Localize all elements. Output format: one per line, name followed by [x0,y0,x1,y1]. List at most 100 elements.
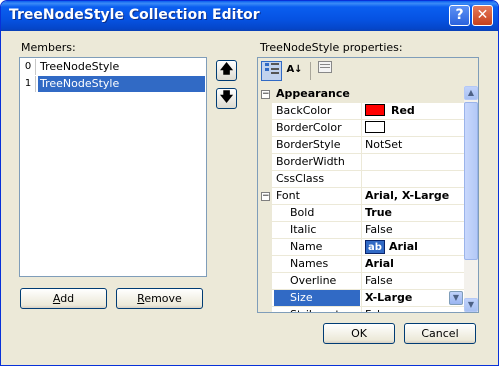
member-label: TreeNodeStyle [40,60,120,73]
property-name[interactable]: Appearance [274,86,464,102]
move-down-button[interactable]: 🡇 [216,88,237,109]
property-name[interactable]: Strikeout [274,307,360,312]
add-button[interactable]: Add [20,288,107,309]
property-value[interactable]: Arial [361,256,464,272]
row-gutter: − [258,188,272,205]
property-grid-toolbar: A↓ [258,58,478,84]
property-value[interactable]: False [361,307,464,312]
property-name[interactable]: BackColor [274,103,360,119]
property-row[interactable]: BorderColor [258,120,464,137]
property-name[interactable]: BorderColor [274,120,360,136]
property-value-text: Arial [389,240,418,253]
collection-editor-window: TreeNodeStyle Collection Editor ? ✕ Memb… [0,0,499,366]
property-value[interactable]: Red [361,103,464,119]
property-row[interactable]: Names Arial [258,256,464,273]
property-row[interactable]: − Font Arial, X-Large [258,188,464,205]
property-value[interactable]: X-Large ▼ [361,290,464,306]
property-row[interactable]: Size X-Large ▼ [258,290,464,307]
property-name[interactable]: Overline [274,273,360,289]
property-category-row[interactable]: − Appearance [258,86,464,103]
property-name[interactable]: Font [274,188,360,204]
property-value[interactable]: True [361,205,464,221]
ok-button[interactable]: OK [323,323,395,344]
property-name[interactable]: Bold [274,205,360,221]
property-value[interactable]: False [361,273,464,289]
vertical-scrollbar[interactable]: ▲ ▼ [464,86,478,312]
row-gutter [258,273,272,290]
property-pages-icon[interactable] [314,61,335,81]
scroll-down-icon[interactable]: ▼ [464,298,478,312]
row-gutter [258,154,272,171]
members-label: Members: [21,41,76,54]
member-label: TreeNodeStyle [38,76,205,92]
row-gutter [258,256,272,273]
property-value-text: NotSet [365,138,403,151]
collapse-icon[interactable]: − [261,192,270,201]
window-title: TreeNodeStyle Collection Editor [9,7,260,23]
property-row[interactable]: CssClass [258,171,464,188]
arrow-down-icon: 🡇 [219,90,234,105]
property-value[interactable] [361,120,464,136]
members-list-item-selected[interactable]: 1 TreeNodeStyle [21,76,205,92]
property-value[interactable]: Arial, X-Large [361,188,464,204]
row-gutter [258,239,272,256]
scrollbar-thumb[interactable] [464,102,478,260]
property-value-text: True [365,206,393,219]
property-name[interactable]: CssClass [274,171,360,187]
alphabetical-icon[interactable]: A↓ [284,61,305,81]
cancel-button[interactable]: Cancel [404,323,476,344]
add-label-rest: dd [60,292,75,305]
property-name[interactable]: BorderStyle [274,137,360,153]
property-row[interactable]: Bold True [258,205,464,222]
property-value[interactable] [361,154,464,170]
close-button[interactable]: ✕ [472,5,493,26]
property-value-text: X-Large [365,291,413,304]
members-list-item[interactable]: 0 TreeNodeStyle [21,59,205,75]
property-grid[interactable]: A↓ − Appearance BackColor Red BorderColor Bor… [257,57,479,313]
dropdown-arrow-icon[interactable]: ▼ [449,291,463,305]
help-button[interactable]: ? [449,5,470,26]
property-row[interactable]: Strikeout False [258,307,464,312]
members-list[interactable]: 0 TreeNodeStyle 1 TreeNodeStyle [19,57,207,277]
remove-label-rest: emove [144,292,182,305]
property-row[interactable]: BorderWidth [258,154,464,171]
property-row[interactable]: Italic False [258,222,464,239]
property-value[interactable]: NotSet [361,137,464,153]
color-swatch [365,121,385,133]
property-name[interactable]: Names [274,256,360,272]
property-name[interactable]: BorderWidth [274,154,360,170]
property-value[interactable]: False [361,222,464,238]
toolbar-separator [310,62,311,80]
color-swatch [365,104,385,116]
property-value-text: Red [391,104,415,117]
property-row[interactable]: Name ab Arial [258,239,464,256]
property-value[interactable] [361,171,464,187]
property-name[interactable]: Size [274,290,360,306]
row-gutter [258,307,272,312]
categorized-icon[interactable] [261,61,282,81]
property-name[interactable]: Italic [274,222,360,238]
scroll-up-icon[interactable]: ▲ [464,86,478,100]
font-preview-icon: ab [365,240,385,254]
property-value-text: False [365,308,393,312]
property-value-text: False [365,274,393,287]
property-row[interactable]: Overline False [258,273,464,290]
title-bar[interactable]: TreeNodeStyle Collection Editor ? ✕ [1,1,498,31]
properties-label: TreeNodeStyle properties: [260,41,403,54]
property-grid-rows[interactable]: − Appearance BackColor Red BorderColor Border… [258,86,464,312]
property-row[interactable]: BorderStyle NotSet [258,137,464,154]
arrow-up-icon: 🡅 [219,62,234,77]
remove-button[interactable]: Remove [116,288,203,309]
row-gutter [258,205,272,222]
row-gutter [258,290,272,307]
property-row[interactable]: BackColor Red [258,103,464,120]
row-gutter [258,137,272,154]
alphabetical-icon-glyph: A↓ [286,64,303,75]
row-gutter: − [258,86,272,103]
member-index: 0 [21,59,36,75]
collapse-icon[interactable]: − [261,90,270,99]
property-name[interactable]: Name [274,239,360,255]
property-value[interactable]: ab Arial [361,239,464,255]
move-up-button[interactable]: 🡅 [216,60,237,81]
row-gutter [258,222,272,239]
